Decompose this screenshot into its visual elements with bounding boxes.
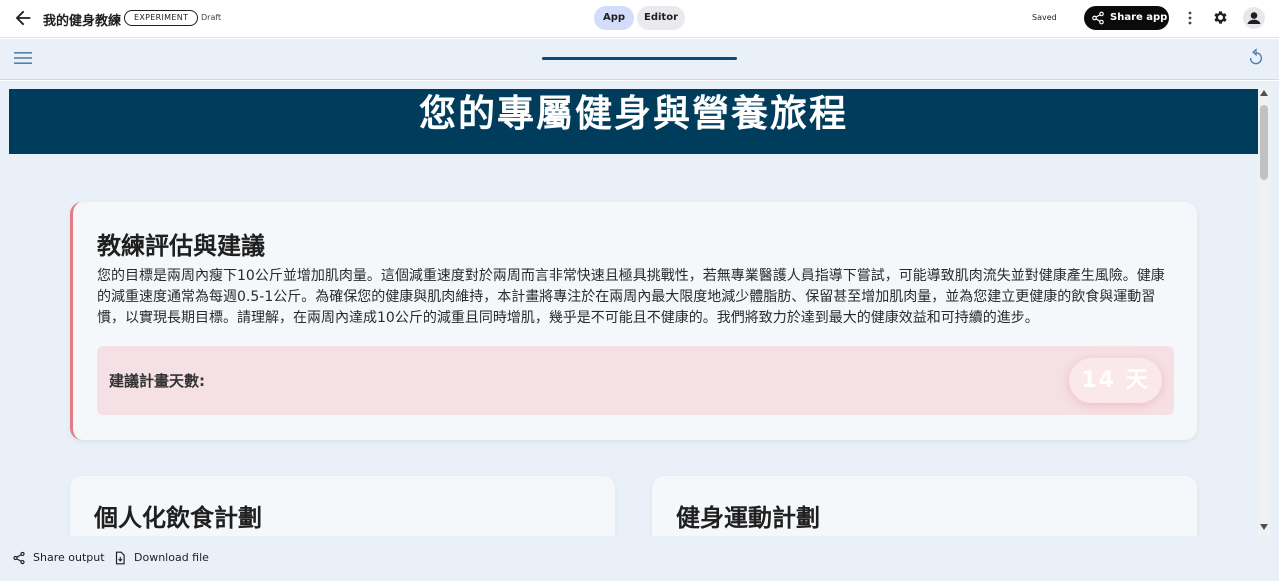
app-title: 我的健身教練 [43, 14, 122, 29]
hero-banner: 您的專屬健身與營養旅程 [9, 89, 1258, 154]
share-app-button[interactable]: Share app [1084, 6, 1169, 30]
share-icon [1092, 11, 1104, 25]
coach-body: 您的目標是兩周內瘦下10公斤並增加肌肉量。這個減重速度對於兩周而言非常快速且極具… [97, 268, 1165, 326]
workout-heading: 健身運動計劃 [676, 504, 820, 532]
experiment-badge: EXPERIMENT [124, 10, 199, 26]
workout-plan-card: 健身運動計劃 [652, 476, 1197, 536]
share-output-label: Share output [33, 551, 105, 564]
back-arrow-icon[interactable] [12, 7, 34, 29]
tab-editor[interactable]: Editor [637, 6, 685, 30]
scrollbar-thumb[interactable] [1260, 105, 1268, 180]
coach-assessment-card: 教練評估與建議 您的目標是兩周內瘦下10公斤並增加肌肉量。這個減重速度對於兩周而… [70, 202, 1197, 440]
progress-bar [542, 57, 737, 60]
share-output-button[interactable]: Share output [12, 550, 105, 566]
plan-days-label: 建議計畫天數: [109, 372, 205, 390]
diet-heading: 個人化飲食計劃 [94, 504, 262, 532]
menu-icon[interactable] [14, 51, 32, 65]
tab-app[interactable]: App [594, 6, 634, 30]
footer-bar: Share output Download file [0, 536, 1279, 581]
saved-status: Saved [1032, 13, 1057, 22]
top-header: 我的健身教練 EXPERIMENT Draft App Editor Saved… [0, 0, 1279, 38]
vertical-scrollbar[interactable] [1258, 88, 1270, 535]
reload-icon[interactable] [1246, 48, 1266, 68]
draft-status: Draft [201, 13, 222, 22]
scroll-down-arrow-icon[interactable] [1260, 524, 1268, 530]
app-output: 您的專屬健身與營養旅程 教練評估與建議 您的目標是兩周內瘦下10公斤並增加肌肉量… [0, 81, 1279, 536]
download-file-icon [115, 551, 125, 565]
account-icon [1247, 12, 1261, 24]
hero-title: 您的專屬健身與營養旅程 [419, 92, 848, 135]
diet-plan-card: 個人化飲食計劃 [70, 476, 615, 536]
plan-days-value: 14 天 [1069, 358, 1162, 403]
share-icon [13, 551, 25, 565]
progress-fill [542, 57, 737, 60]
plan-days-box: 建議計畫天數: 14 天 [97, 346, 1174, 415]
download-file-label: Download file [134, 551, 209, 564]
gear-icon[interactable] [1212, 9, 1229, 26]
share-app-label: Share app [1110, 12, 1168, 23]
download-file-button[interactable]: Download file [113, 550, 209, 566]
scroll-up-arrow-icon[interactable] [1260, 90, 1268, 96]
more-vert-icon[interactable] [1183, 8, 1197, 28]
coach-heading: 教練評估與建議 [97, 232, 265, 260]
app-toolbar [0, 39, 1279, 80]
account-avatar[interactable] [1243, 7, 1265, 29]
